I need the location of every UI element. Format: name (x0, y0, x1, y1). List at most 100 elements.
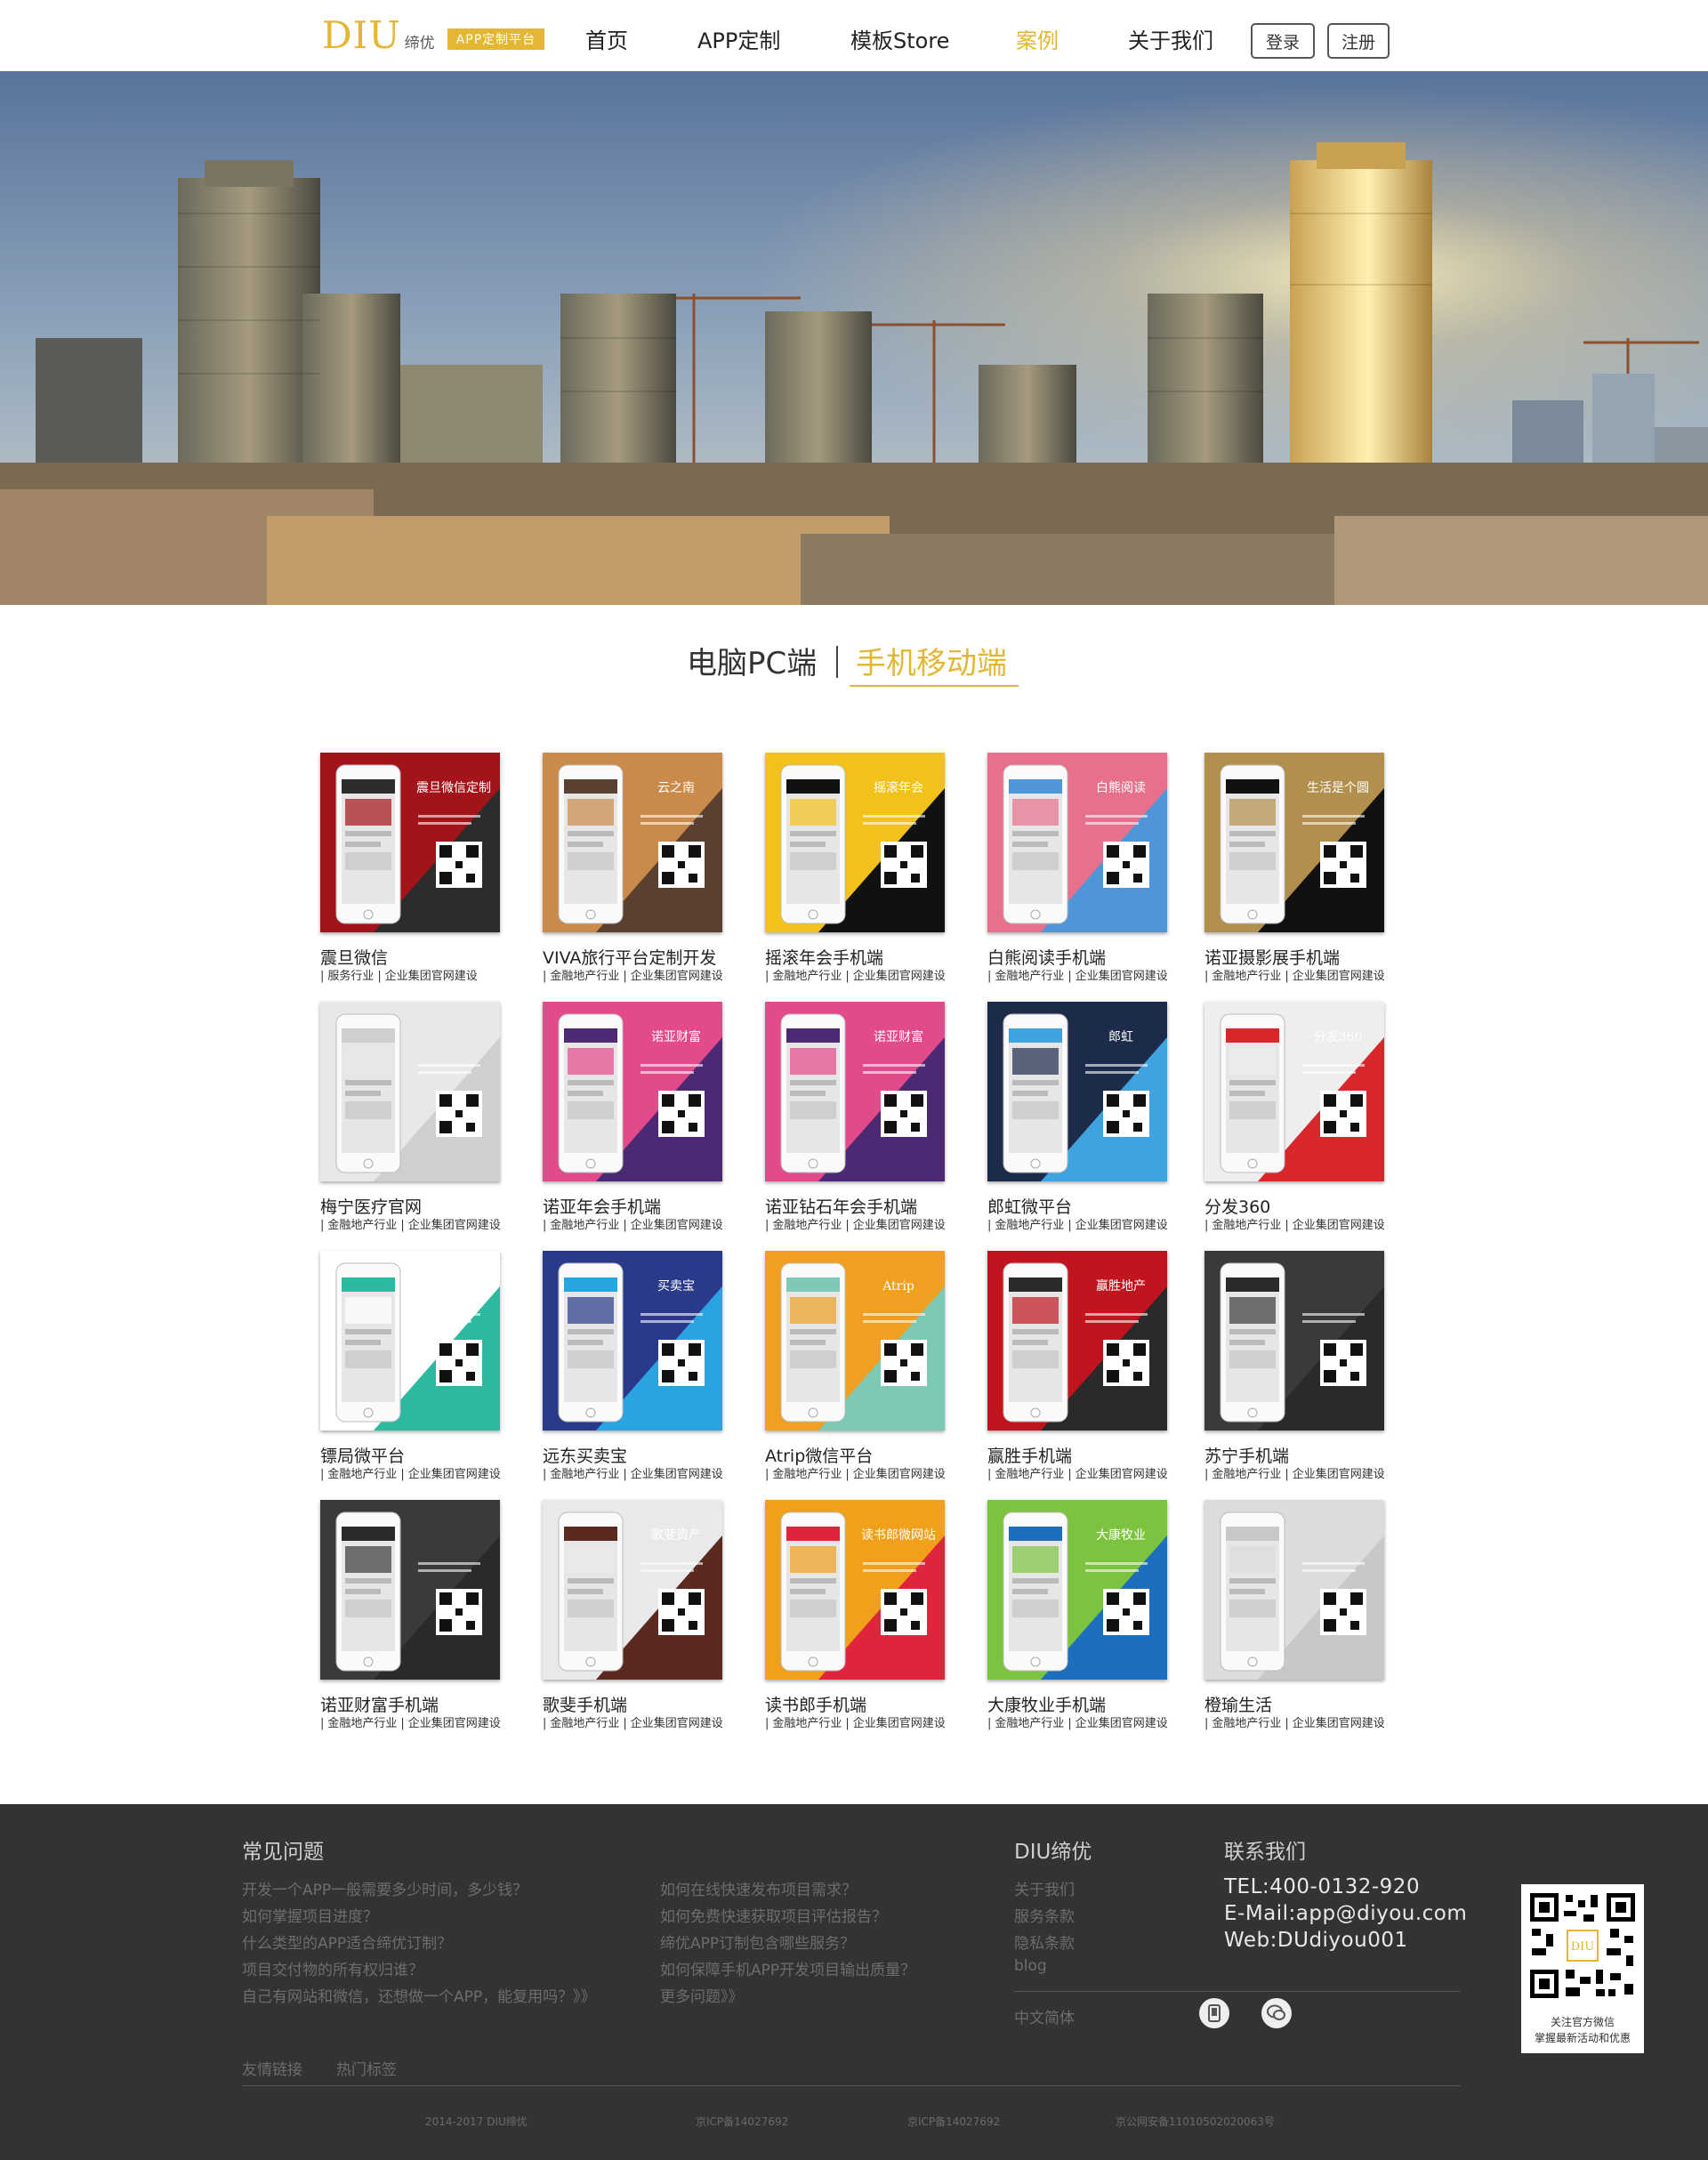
case-tag[interactable]: 金融地产行业 (550, 1717, 619, 1730)
case-title[interactable]: 分发360 (1204, 1194, 1270, 1218)
case-thumbnail[interactable]: 摇滚年会 (765, 753, 945, 932)
case-card[interactable]: 赢胜地产 赢胜手机端 | 金融地产行业 | 企业集团官网建设 (986, 1251, 1208, 1491)
case-card[interactable]: 云之南 VIVA旅行平台定制开发 | 金融地产行业 | 企业集团官网建设 (541, 753, 763, 993)
case-tag[interactable]: 企业集团官网建设 (853, 1717, 946, 1730)
faq-link[interactable]: 缔优APP订制包含哪些服务？ (660, 1930, 855, 1953)
case-tag[interactable]: 金融地产行业 (995, 970, 1064, 983)
terms-link[interactable]: 服务条款 (1014, 1904, 1075, 1926)
case-card[interactable]: 买卖宝 远东买卖宝 | 金融地产行业 | 企业集团官网建设 (541, 1251, 763, 1491)
site-logo[interactable]: DIU 缔优 APP定制平台 (322, 16, 545, 55)
case-card[interactable]: 摇滚年会 摇滚年会手机端 | 金融地产行业 | 企业集团官网建设 (763, 753, 986, 993)
case-title[interactable]: 梅宁医疗官网 (320, 1194, 422, 1218)
case-tag[interactable]: 金融地产行业 (550, 970, 619, 983)
tab-mobile[interactable]: 手机移动端 (856, 639, 1007, 682)
case-title[interactable]: 大康牧业手机端 (987, 1692, 1106, 1716)
case-card[interactable]: 生活是个圆 诺亚摄影展手机端 | 金融地产行业 | 企业集团官网建设 (1203, 753, 1425, 993)
case-card[interactable]: Atrip Atrip微信平台 | 金融地产行业 | 企业集团官网建设 (763, 1251, 986, 1491)
nav-cases[interactable]: 案例 (1016, 23, 1059, 54)
case-title[interactable]: 诺亚年会手机端 (543, 1194, 661, 1218)
case-thumbnail[interactable] (320, 1500, 500, 1680)
case-thumbnail[interactable]: 生活是个圆 (1204, 753, 1384, 932)
case-thumbnail[interactable]: 赢胜地产 (987, 1251, 1167, 1431)
case-tag[interactable]: 企业集团官网建设 (408, 1219, 501, 1232)
case-thumbnail[interactable]: 诺亚财富 (543, 1002, 722, 1181)
case-card[interactable]: 诺亚财富手机端 | 金融地产行业 | 企业集团官网建设 (318, 1500, 541, 1740)
case-card[interactable]: 震旦微信定制 震旦微信 | 服务行业 | 企业集团官网建设 (318, 753, 541, 993)
case-thumbnail[interactable]: 郎虹 (987, 1002, 1167, 1181)
case-tag[interactable]: 企业集团官网建设 (1076, 1219, 1168, 1232)
faq-link[interactable]: 如何在线快速发布项目需求？ (660, 1877, 857, 1899)
case-title[interactable]: 诺亚摄影展手机端 (1204, 945, 1340, 969)
register-button[interactable]: 注册 (1327, 23, 1390, 59)
case-title[interactable]: 震旦微信 (320, 945, 388, 969)
case-tag[interactable]: 企业集团官网建设 (1076, 1468, 1168, 1481)
case-thumbnail[interactable]: 震旦微信定制 (320, 753, 500, 932)
case-thumbnail[interactable]: 诺亚财富 (765, 1002, 945, 1181)
case-tag[interactable]: 企业集团官网建设 (1293, 970, 1385, 983)
case-thumbnail[interactable]: 分发360 (1204, 1002, 1384, 1181)
case-title[interactable]: 诺亚钻石年会手机端 (765, 1194, 917, 1218)
case-card[interactable]: 郎虹 郎虹微平台 | 金融地产行业 | 企业集团官网建设 (986, 1002, 1208, 1242)
case-thumbnail[interactable]: 买卖宝 (543, 1251, 722, 1431)
case-card[interactable]: 诺亚财富 诺亚年会手机端 | 金融地产行业 | 企业集团官网建设 (541, 1002, 763, 1242)
faq-link[interactable]: 如何免费快速获取项目评估报告？ (660, 1904, 887, 1926)
case-title[interactable]: 远东买卖宝 (543, 1443, 627, 1467)
case-tag[interactable]: 企业集团官网建设 (853, 1468, 946, 1481)
case-tag[interactable]: 金融地产行业 (995, 1219, 1064, 1232)
case-tag[interactable]: 金融地产行业 (327, 1468, 397, 1481)
case-tag[interactable]: 金融地产行业 (995, 1717, 1064, 1730)
case-card[interactable]: 苏宁手机端 | 金融地产行业 | 企业集团官网建设 (1203, 1251, 1425, 1491)
case-thumbnail[interactable]: 大康牧业 (987, 1500, 1167, 1680)
faq-link[interactable]: 开发一个APP一般需要多少时间，多少钱？ (242, 1877, 528, 1899)
hot-tags-link[interactable]: 热门标签 (336, 2057, 397, 2079)
case-tag[interactable]: 金融地产行业 (1212, 1219, 1281, 1232)
case-tag[interactable]: 企业集团官网建设 (631, 1468, 723, 1481)
case-title[interactable]: 橙瑜生活 (1204, 1692, 1272, 1716)
case-title[interactable]: VIVA旅行平台定制开发 (543, 945, 716, 969)
case-card[interactable]: 分发360 分发360 | 金融地产行业 | 企业集团官网建设 (1203, 1002, 1425, 1242)
case-card[interactable]: 镖局网 镖局微平台 | 金融地产行业 | 企业集团官网建设 (318, 1251, 541, 1491)
case-title[interactable]: 读书郎手机端 (765, 1692, 866, 1716)
case-tag[interactable]: 金融地产行业 (550, 1219, 619, 1232)
mobile-phone-icon[interactable] (1199, 1998, 1229, 2028)
case-tag[interactable]: 企业集团官网建设 (853, 1219, 946, 1232)
case-tag[interactable]: 企业集团官网建设 (1293, 1219, 1385, 1232)
case-tag[interactable]: 企业集团官网建设 (408, 1468, 501, 1481)
nav-about[interactable]: 关于我们 (1128, 23, 1213, 54)
case-thumbnail[interactable]: 云之南 (543, 753, 722, 932)
case-tag[interactable]: 企业集团官网建设 (853, 970, 946, 983)
case-tag[interactable]: 金融地产行业 (772, 1219, 842, 1232)
nav-app-custom[interactable]: APP定制 (697, 23, 780, 54)
case-thumbnail[interactable] (1204, 1500, 1384, 1680)
faq-link[interactable]: 什么类型的APP适合缔优订制？ (242, 1930, 452, 1953)
case-tag[interactable]: 金融地产行业 (327, 1717, 397, 1730)
case-card[interactable]: 梅宁医疗官网 | 金融地产行业 | 企业集团官网建设 (318, 1002, 541, 1242)
nav-home[interactable]: 首页 (585, 23, 628, 54)
faq-link[interactable]: 项目交付物的所有权归谁？ (242, 1957, 423, 1979)
case-tag[interactable]: 金融地产行业 (1212, 1717, 1281, 1730)
case-thumbnail[interactable]: 读书郎微网站 (765, 1500, 945, 1680)
case-tag[interactable]: 金融地产行业 (772, 970, 842, 983)
faq-link[interactable]: 如何保障手机APP开发项目输出质量？ (660, 1957, 915, 1979)
case-tag[interactable]: 企业集团官网建设 (1076, 1717, 1168, 1730)
case-thumbnail[interactable] (320, 1002, 500, 1181)
case-title[interactable]: 镖局微平台 (320, 1443, 405, 1467)
case-card[interactable]: 白熊阅读 白熊阅读手机端 | 金融地产行业 | 企业集团官网建设 (986, 753, 1208, 993)
case-card[interactable]: 读书郎微网站 读书郎手机端 | 金融地产行业 | 企业集团官网建设 (763, 1500, 986, 1740)
case-tag[interactable]: 金融地产行业 (1212, 1468, 1281, 1481)
case-tag[interactable]: 企业集团官网建设 (631, 1219, 723, 1232)
case-card[interactable]: 诺亚财富 诺亚钻石年会手机端 | 金融地产行业 | 企业集团官网建设 (763, 1002, 986, 1242)
wechat-icon[interactable] (1261, 1998, 1292, 2028)
faq-more-link[interactable]: 更多问题》》 (660, 1984, 744, 2006)
case-tag[interactable]: 金融地产行业 (327, 1219, 397, 1232)
case-title[interactable]: 郎虹微平台 (987, 1194, 1072, 1218)
case-tag[interactable]: 企业集团官网建设 (631, 1717, 723, 1730)
case-tag[interactable]: 企业集团官网建设 (1293, 1717, 1385, 1730)
case-tag[interactable]: 金融地产行业 (995, 1468, 1064, 1481)
login-button[interactable]: 登录 (1251, 23, 1315, 59)
case-title[interactable]: 摇滚年会手机端 (765, 945, 883, 969)
case-title[interactable]: 诺亚财富手机端 (320, 1692, 439, 1716)
case-tag[interactable]: 金融地产行业 (772, 1468, 842, 1481)
language-switch[interactable]: 中文简体 (1014, 2005, 1075, 2027)
case-tag[interactable]: 金融地产行业 (550, 1468, 619, 1481)
